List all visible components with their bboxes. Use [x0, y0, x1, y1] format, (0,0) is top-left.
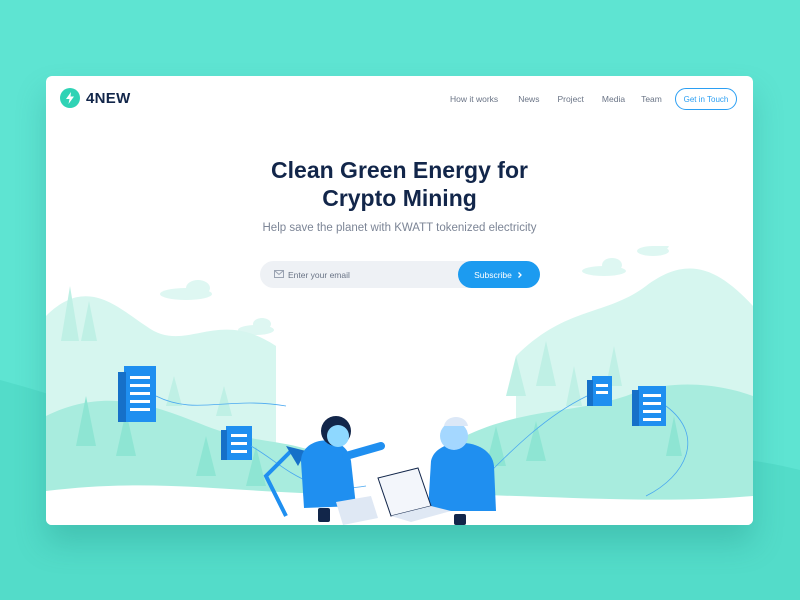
get-in-touch-button[interactable]: Get in Touch — [675, 88, 737, 110]
lightning-bolt-icon — [60, 88, 80, 108]
mug-left — [318, 508, 330, 522]
nav-link-project[interactable]: Project — [557, 94, 583, 104]
subscribe-button[interactable]: Subscribe — [458, 261, 540, 288]
hero-title-line-2: Crypto Mining — [322, 185, 477, 211]
hero-subtitle: Help save the planet with KWATT tokenize… — [262, 222, 537, 234]
hero-title: Clean Green Energy for Crypto Mining — [46, 156, 753, 212]
subscribe-form: Subscribe — [260, 261, 540, 288]
building-right-small — [587, 376, 612, 406]
brand-name: 4NEW — [86, 89, 131, 107]
hero-title-line-1: Clean Green Energy for — [271, 157, 528, 183]
building-right-tall — [632, 386, 666, 426]
nav-link-news[interactable]: News — [518, 94, 539, 104]
building-left-short — [221, 426, 252, 460]
nav-link-media[interactable]: Media — [602, 94, 625, 104]
email-input[interactable] — [288, 261, 448, 288]
brand-logo[interactable]: 4NEW — [60, 88, 131, 108]
landing-card: 4NEW How it works News Project Media Tea… — [46, 76, 753, 525]
mug-right — [454, 514, 466, 525]
subscribe-label: Subscribe — [474, 269, 512, 280]
nav-links: How it works News Project Media Team — [450, 94, 662, 104]
nav-link-how-it-works[interactable]: How it works — [450, 94, 498, 104]
building-left-tall — [118, 366, 156, 422]
top-navigation: 4NEW How it works News Project Media Tea… — [46, 76, 753, 126]
nav-link-team[interactable]: Team — [641, 94, 662, 104]
chevron-right-icon — [517, 271, 522, 278]
mail-icon — [274, 270, 284, 278]
